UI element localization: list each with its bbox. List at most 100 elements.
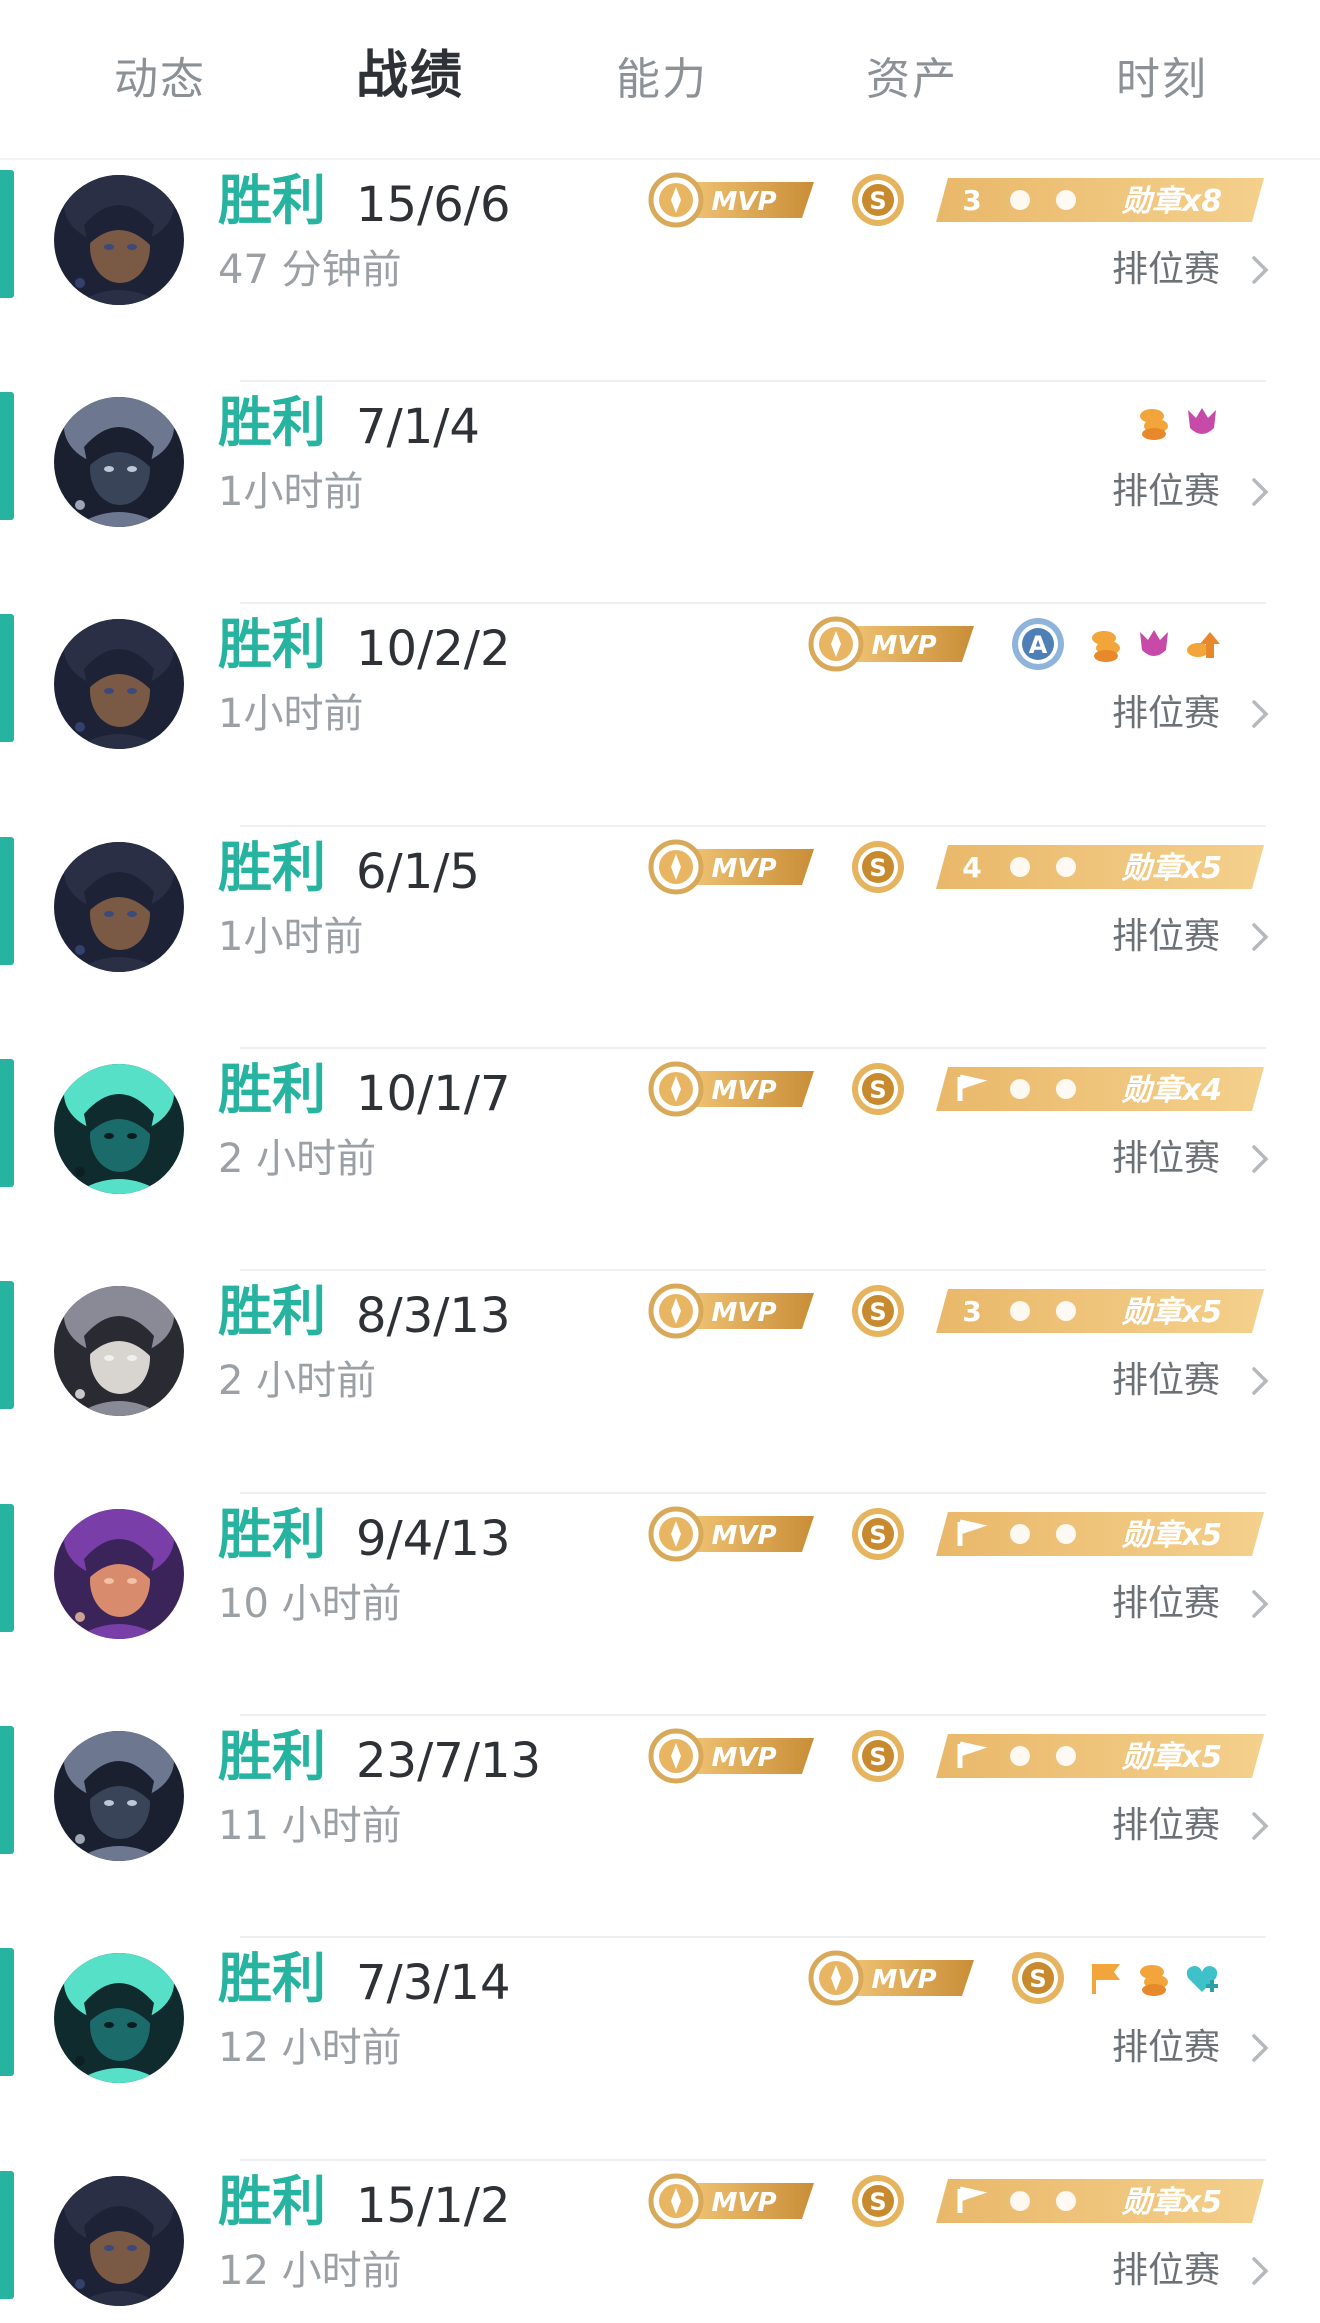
medal-bar: 勋章x4 — [934, 1065, 1266, 1113]
hero-avatar — [54, 1064, 184, 1194]
svg-text:勋章x5: 勋章x5 — [1121, 851, 1222, 886]
game-mode: 排位赛 — [1111, 2027, 1220, 2068]
match-row[interactable]: 胜利 15/1/2 12 小时前 排位赛 MVP S 勋章x5 — [0, 2161, 1320, 2323]
chevron-right-icon[interactable] — [1246, 1361, 1274, 1401]
svg-text:S: S — [869, 1743, 886, 1771]
svg-text:MVP: MVP — [711, 2188, 776, 2218]
match-result: 胜利 — [218, 391, 326, 454]
win-accent-bar — [0, 1059, 14, 1187]
match-time: 12 小时前 — [218, 2248, 402, 2294]
mvp-badge-icon: MVP — [646, 2173, 816, 2229]
chevron-right-icon[interactable] — [1246, 2028, 1274, 2068]
chevron-right-icon[interactable] — [1246, 472, 1274, 512]
svg-text:勋章x4: 勋章x4 — [1121, 1073, 1222, 1108]
win-accent-bar — [0, 614, 14, 742]
match-row[interactable]: 胜利 9/4/13 10 小时前 排位赛 MVP S 勋章x5 — [0, 1494, 1320, 1716]
coins-icon — [1086, 624, 1126, 664]
hero-avatar — [54, 1509, 184, 1639]
tab-dynamic[interactable]: 动态 — [114, 48, 206, 112]
match-row[interactable]: 胜利 8/3/13 2 小时前 排位赛 MVP S 3 勋章x5 — [0, 1271, 1320, 1494]
rank-coin-icon: S — [850, 1061, 906, 1117]
rank-coin-icon: S — [1010, 1950, 1066, 2006]
win-accent-bar — [0, 1948, 14, 2076]
mvp-badge-icon: MVP — [646, 1061, 816, 1117]
match-row[interactable]: 胜利 10/1/7 2 小时前 排位赛 MVP S 勋章x4 — [0, 1049, 1320, 1271]
game-mode: 排位赛 — [1111, 1805, 1220, 1846]
hero-avatar — [54, 619, 184, 749]
match-row[interactable]: 胜利 6/1/5 1小时前 排位赛 MVP S 4 勋章x5 — [0, 827, 1320, 1049]
match-result: 胜利 — [218, 169, 326, 232]
match-row[interactable]: 胜利 7/3/14 12 小时前 排位赛 MVP S — [0, 1938, 1320, 2161]
win-accent-bar — [0, 1504, 14, 1632]
game-mode: 排位赛 — [1111, 1583, 1220, 1624]
hero-avatar — [54, 175, 184, 305]
match-result: 胜利 — [218, 1725, 326, 1788]
demon-icon — [1182, 402, 1222, 442]
kda-score: 8/3/13 — [356, 1288, 511, 1344]
win-accent-bar — [0, 170, 14, 298]
match-result: 胜利 — [218, 1947, 326, 2010]
game-mode: 排位赛 — [1111, 2250, 1220, 2291]
medal-bar: 勋章x5 — [934, 2177, 1266, 2225]
kda-score: 15/6/6 — [356, 177, 511, 233]
tab-record[interactable]: 战绩 — [356, 44, 464, 108]
chevron-right-icon[interactable] — [1246, 694, 1274, 734]
svg-text:MVP: MVP — [871, 631, 936, 661]
match-result: 胜利 — [218, 2170, 326, 2233]
match-row[interactable]: 胜利 15/6/6 47 分钟前 排位赛 MVP S 3 勋章x8 — [0, 160, 1320, 382]
match-result: 胜利 — [218, 1503, 326, 1566]
chevron-right-icon[interactable] — [1246, 1139, 1274, 1179]
svg-text:勋章x5: 勋章x5 — [1121, 1518, 1222, 1553]
svg-text:S: S — [869, 187, 886, 215]
tab-moments[interactable]: 时刻 — [1116, 48, 1208, 112]
match-row[interactable]: 胜利 7/1/4 1小时前 排位赛 — [0, 382, 1320, 604]
win-accent-bar — [0, 1726, 14, 1854]
match-row[interactable]: 胜利 10/2/2 1小时前 排位赛 MVP A — [0, 604, 1320, 827]
chevron-right-icon[interactable] — [1246, 1806, 1274, 1846]
chevron-right-icon[interactable] — [1246, 1584, 1274, 1624]
game-mode: 排位赛 — [1111, 471, 1220, 512]
match-time: 1小时前 — [218, 691, 364, 737]
match-result: 胜利 — [218, 1280, 326, 1343]
game-mode: 排位赛 — [1111, 916, 1220, 957]
heart-plus-icon — [1182, 1958, 1222, 1998]
svg-text:S: S — [1029, 1965, 1046, 1993]
chevron-right-icon[interactable] — [1246, 2251, 1274, 2291]
svg-text:MVP: MVP — [711, 187, 776, 217]
match-result: 胜利 — [218, 613, 326, 676]
match-result: 胜利 — [218, 836, 326, 899]
kda-score: 9/4/13 — [356, 1511, 511, 1567]
medal-bar: 勋章x5 — [934, 1732, 1266, 1780]
kda-score: 10/1/7 — [356, 1066, 511, 1122]
tab-bar: 动态 战绩 能力 资产 时刻 — [0, 0, 1320, 160]
medal-bar: 3 勋章x5 — [934, 1287, 1266, 1335]
svg-text:MVP: MVP — [711, 1521, 776, 1551]
rank-coin-icon: S — [850, 2173, 906, 2229]
tab-ability[interactable]: 能力 — [616, 48, 708, 112]
flag-icon — [1086, 1958, 1126, 1998]
win-accent-bar — [0, 1281, 14, 1409]
upgrade-icon — [1182, 624, 1222, 664]
hero-avatar — [54, 2176, 184, 2306]
kda-score: 7/1/4 — [356, 399, 480, 455]
medal-bar: 3 勋章x8 — [934, 176, 1266, 224]
svg-text:MVP: MVP — [711, 1298, 776, 1328]
mvp-badge-icon: MVP — [646, 839, 816, 895]
chevron-right-icon[interactable] — [1246, 250, 1274, 290]
hero-avatar — [54, 1731, 184, 1861]
mvp-badge-icon: MVP — [806, 616, 976, 672]
svg-text:3: 3 — [962, 1295, 981, 1328]
hero-avatar — [54, 397, 184, 527]
mvp-badge-icon: MVP — [646, 1283, 816, 1339]
match-row[interactable]: 胜利 23/7/13 11 小时前 排位赛 MVP S 勋章x5 — [0, 1716, 1320, 1938]
rank-coin-icon: S — [850, 1283, 906, 1339]
match-time: 12 小时前 — [218, 2025, 402, 2071]
game-mode: 排位赛 — [1111, 1360, 1220, 1401]
win-accent-bar — [0, 2171, 14, 2299]
svg-text:MVP: MVP — [871, 1965, 936, 1995]
demon-icon — [1134, 624, 1174, 664]
chevron-right-icon[interactable] — [1246, 917, 1274, 957]
svg-text:MVP: MVP — [711, 1743, 776, 1773]
tab-assets[interactable]: 资产 — [866, 48, 958, 112]
svg-text:MVP: MVP — [711, 854, 776, 884]
